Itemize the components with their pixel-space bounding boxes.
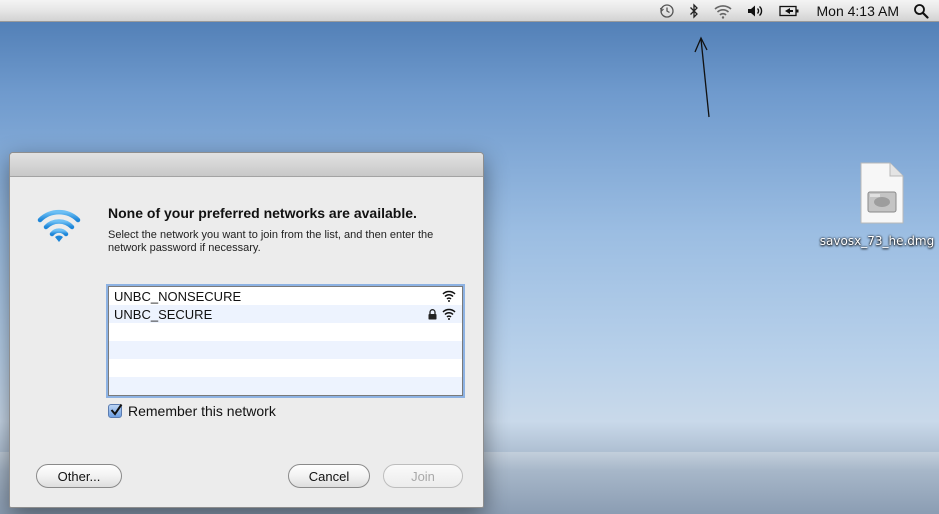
network-row[interactable]: UNBC_NONSECURE	[109, 287, 462, 305]
wifi-large-icon	[37, 209, 81, 242]
dmg-file-label[interactable]: savosx_73_he.dmg	[814, 234, 939, 248]
join-button[interactable]: Join	[383, 464, 463, 488]
other-button[interactable]: Other...	[36, 464, 122, 488]
wifi-icon[interactable]	[713, 0, 733, 22]
battery-icon[interactable]	[778, 0, 801, 22]
menu-bar-clock[interactable]: Mon 4:13 AM	[817, 0, 900, 22]
dialog-heading: None of your preferred networks are avai…	[108, 205, 417, 221]
remember-network-option[interactable]: Remember this network	[108, 403, 276, 419]
lock-icon	[428, 308, 437, 319]
spotlight-icon[interactable]	[913, 0, 929, 22]
wifi-signal-icon	[442, 290, 456, 302]
network-row-empty	[109, 359, 462, 377]
volume-icon[interactable]	[747, 0, 765, 22]
network-name: UNBC_NONSECURE	[114, 288, 242, 304]
cancel-button[interactable]: Cancel	[288, 464, 370, 488]
annotation-arrow	[694, 36, 710, 118]
network-list[interactable]: UNBC_NONSECURE UNBC_SECURE	[108, 286, 463, 396]
dialog-titlebar[interactable]	[10, 153, 483, 177]
network-row[interactable]: UNBC_SECURE	[109, 305, 462, 323]
network-row-empty	[109, 377, 462, 395]
network-row-empty	[109, 323, 462, 341]
bluetooth-icon[interactable]	[689, 0, 699, 22]
time-machine-icon[interactable]	[659, 0, 675, 22]
remember-network-label: Remember this network	[128, 403, 276, 419]
network-name: UNBC_SECURE	[114, 306, 213, 322]
wifi-signal-icon	[442, 308, 456, 320]
wifi-network-dialog: None of your preferred networks are avai…	[9, 152, 484, 508]
network-row-empty	[109, 341, 462, 359]
remember-network-checkbox[interactable]	[108, 403, 123, 418]
checkmark-icon	[110, 403, 123, 416]
dmg-file-icon[interactable]	[858, 162, 904, 224]
menu-bar: Mon 4:13 AM	[0, 0, 939, 22]
dialog-subtext: Select the network you want to join from…	[108, 229, 434, 254]
